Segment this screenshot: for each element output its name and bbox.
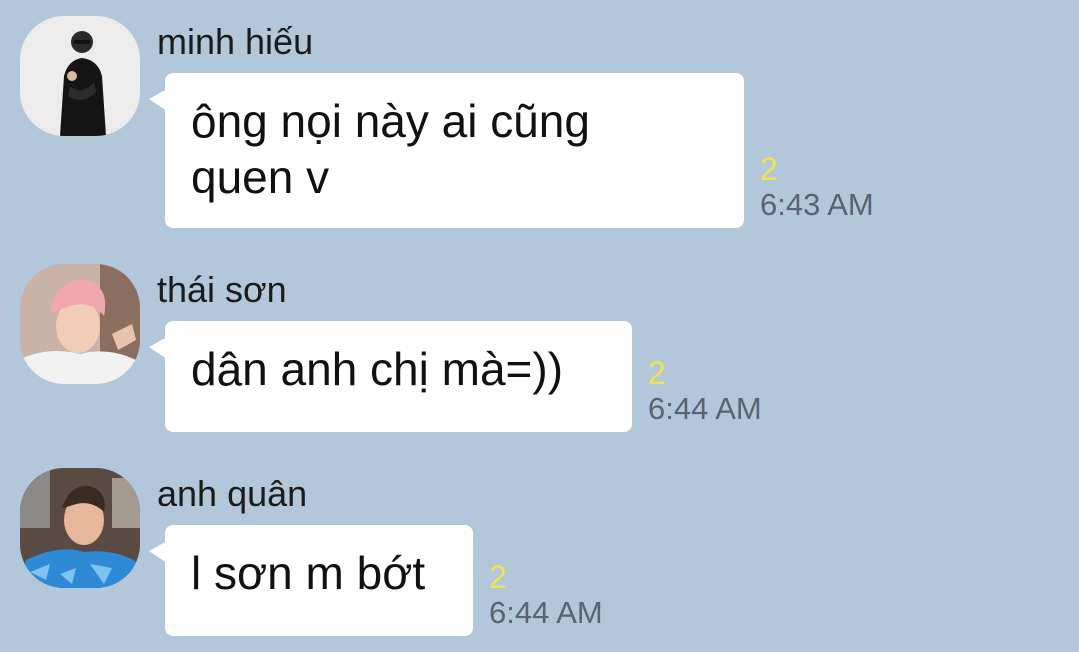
unread-count: 2 — [489, 559, 507, 595]
sender-name: thái sơn — [157, 269, 287, 310]
profile-photo-icon — [20, 16, 140, 136]
sender-name: anh quân — [157, 473, 308, 514]
message-bubble[interactable]: l sơn m bớt — [149, 525, 473, 636]
profile-photo-icon — [20, 264, 140, 384]
message-bubble[interactable]: dân anh chị mà=)) — [149, 321, 632, 432]
avatar[interactable] — [20, 16, 140, 136]
profile-photo-icon — [20, 468, 140, 588]
message-meta: 2 6:44 AM — [648, 356, 762, 428]
timestamp: 6:44 AM — [648, 391, 762, 426]
chat-messages-area[interactable]: minh hiếu ông nọi này ai cũng quen v 2 6… — [0, 0, 1079, 652]
timestamp: 6:43 AM — [760, 187, 874, 222]
message-bubble[interactable]: ông nọi này ai cũng quen v — [149, 73, 744, 228]
message-meta: 2 6:44 AM — [489, 560, 603, 632]
sender-name: minh hiếu — [157, 21, 314, 62]
avatar[interactable] — [20, 468, 140, 588]
unread-count: 2 — [648, 355, 666, 391]
timestamp: 6:44 AM — [489, 595, 603, 630]
avatar[interactable] — [20, 264, 140, 384]
message-meta: 2 6:43 AM — [760, 152, 874, 224]
unread-count: 2 — [760, 151, 778, 187]
